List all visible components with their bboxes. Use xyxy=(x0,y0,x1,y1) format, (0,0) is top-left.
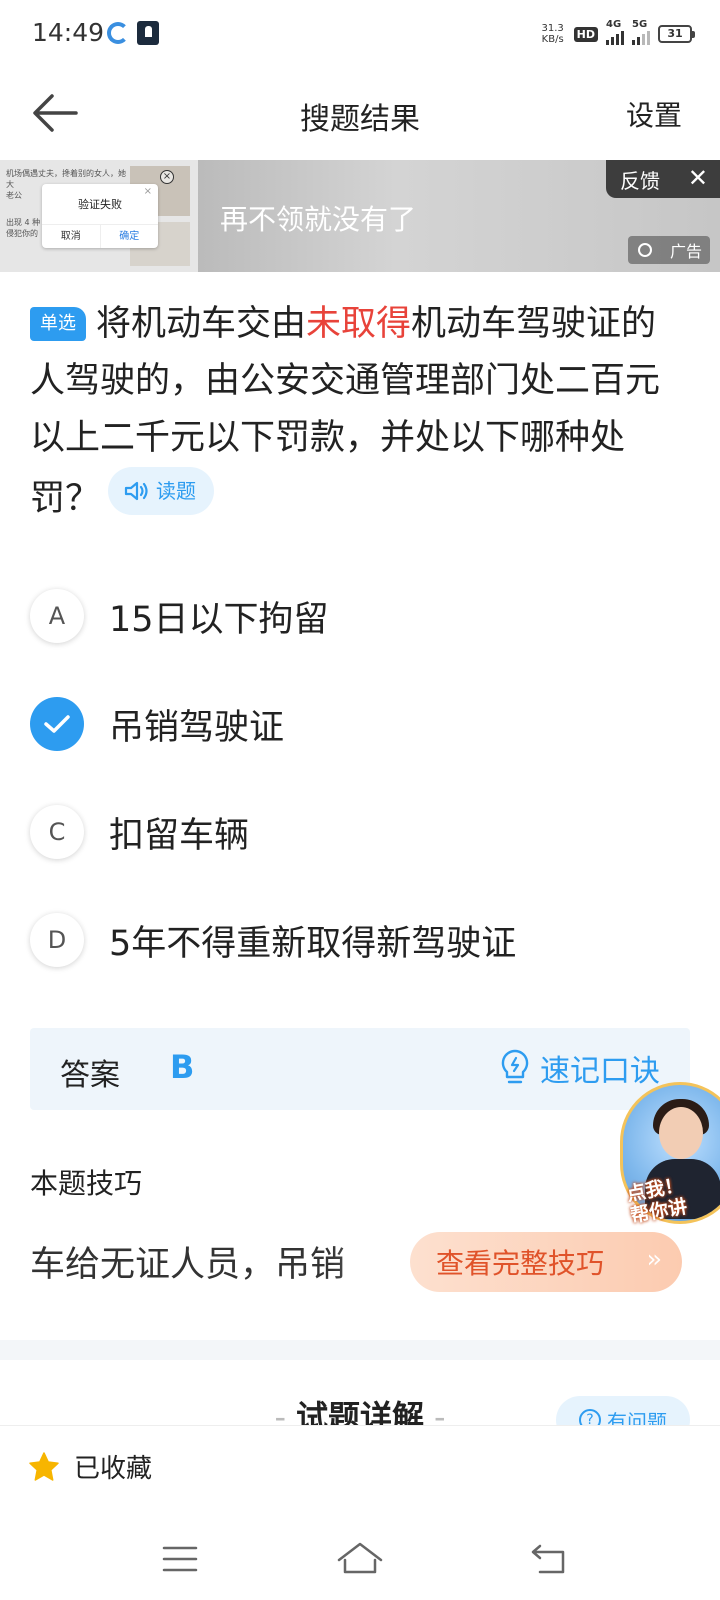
back-button[interactable] xyxy=(30,90,80,136)
ad-dialog-buttons: 取消 确定 xyxy=(42,224,158,248)
star-icon xyxy=(29,1451,59,1481)
status-indicators: 31.3 KB/s HD 4G 5G 31 xyxy=(540,19,695,48)
option-letter: C xyxy=(30,805,84,859)
question-text-part: 将机动车交由 xyxy=(96,304,307,344)
network-speed-value: 31.3 xyxy=(541,23,564,34)
battery-icon: 31 xyxy=(658,25,695,43)
checkmark-icon xyxy=(30,697,84,751)
favorite-label: 已收藏 xyxy=(74,1454,153,1484)
ad-banner[interactable]: 机场偶遇丈夫，搀着别的女人，她大 老公 出现 4 种 侵犯你的 × 验证失败 取… xyxy=(0,160,720,272)
ad-dialog-cancel: 取消 xyxy=(60,231,81,242)
app-notification-icon xyxy=(137,21,159,45)
ad-feedback-label: 反馈 xyxy=(620,168,660,193)
option-letter: A xyxy=(30,589,84,643)
ad-fake-dialog: × 验证失败 取消 确定 xyxy=(42,184,158,248)
view-full-tip-label: 查看完整技巧 xyxy=(436,1247,605,1280)
read-question-label: 读题 xyxy=(156,478,197,503)
close-icon[interactable]: ✕ xyxy=(688,166,708,190)
option-b[interactable]: 吊销驾驶证 xyxy=(30,694,690,754)
browser-notification-icon xyxy=(107,22,129,44)
question-text: 单选 将机动车交由未取得机动车驾驶证的人驾驶的，由公安交通管理部门处二百元以上二千… xyxy=(30,296,690,528)
network-speed: 31.3 KB/s xyxy=(540,23,566,45)
ad-feedback-button[interactable]: 反馈 ✕ xyxy=(606,160,720,198)
arrow-left-icon xyxy=(33,94,78,132)
top-navigation-bar: 搜题结果 设置 xyxy=(0,68,720,160)
read-question-button[interactable]: 读题 xyxy=(108,467,215,515)
speaker-icon xyxy=(124,481,148,501)
double-chevron-right-icon: ›› xyxy=(646,1245,662,1273)
teacher-float-button[interactable]: 点我！ 帮你讲 xyxy=(620,1082,720,1227)
signal-sim1-icon: 4G xyxy=(606,19,624,45)
home-icon[interactable] xyxy=(336,1540,384,1576)
ad-dialog-confirm: 确定 xyxy=(99,225,159,248)
question-type-badge: 单选 xyxy=(30,307,86,341)
answer-box: 答案 B 速记口诀 xyxy=(30,1028,690,1110)
ad-tag: 广告 xyxy=(628,236,710,264)
status-bar: 14:49 31.3 KB/s HD 4G 5G 31 xyxy=(0,0,720,68)
lightbulb-icon xyxy=(501,1049,529,1084)
option-text: 扣留车辆 xyxy=(109,815,250,856)
section-divider xyxy=(0,1340,720,1360)
status-time: 14:49 xyxy=(32,18,105,47)
sim2-network-label: 5G xyxy=(632,19,648,30)
teacher-face xyxy=(659,1107,703,1159)
option-c[interactable]: C 扣留车辆 xyxy=(30,802,690,862)
option-letter: D xyxy=(30,913,84,967)
tip-section-title: 本题技巧 xyxy=(30,1167,143,1200)
option-a[interactable]: A 15日以下拘留 xyxy=(30,586,690,646)
ad-tag-label: 广告 xyxy=(669,242,702,261)
bottom-action-bar: 已收藏 xyxy=(0,1426,720,1526)
ad-headline: 再不领就没有了 xyxy=(220,203,417,236)
signal-sim2-icon: 5G xyxy=(632,19,650,45)
answer-label: 答案 xyxy=(60,1058,120,1093)
menu-icon[interactable] xyxy=(162,1544,198,1574)
view-full-tip-button[interactable]: 查看完整技巧 ›› xyxy=(410,1232,682,1292)
ad-info-icon xyxy=(638,243,652,257)
settings-button[interactable]: 设置 xyxy=(626,94,682,134)
option-text: 5年不得重新取得新驾驶证 xyxy=(109,923,517,964)
option-text: 15日以下拘留 xyxy=(109,599,329,640)
ad-thumbnail: 机场偶遇丈夫，搀着别的女人，她大 老公 出现 4 种 侵犯你的 × 验证失败 取… xyxy=(0,160,198,272)
system-navigation-bar xyxy=(0,1526,720,1600)
option-text: 吊销驾驶证 xyxy=(109,707,285,748)
option-d[interactable]: D 5年不得重新取得新驾驶证 xyxy=(30,910,690,970)
close-circle-icon: × xyxy=(160,170,174,184)
hd-voice-icon: HD xyxy=(573,26,598,42)
back-nav-icon[interactable] xyxy=(530,1542,568,1576)
ad-dialog-title: 验证失败 xyxy=(78,198,122,211)
answer-value: B xyxy=(170,1048,195,1086)
question-highlight: 未取得 xyxy=(306,304,412,344)
page-title: 搜题结果 xyxy=(300,102,420,137)
sim1-network-label: 4G xyxy=(606,19,622,30)
network-speed-unit: KB/s xyxy=(541,34,564,45)
favorite-button[interactable]: 已收藏 xyxy=(28,1448,152,1485)
